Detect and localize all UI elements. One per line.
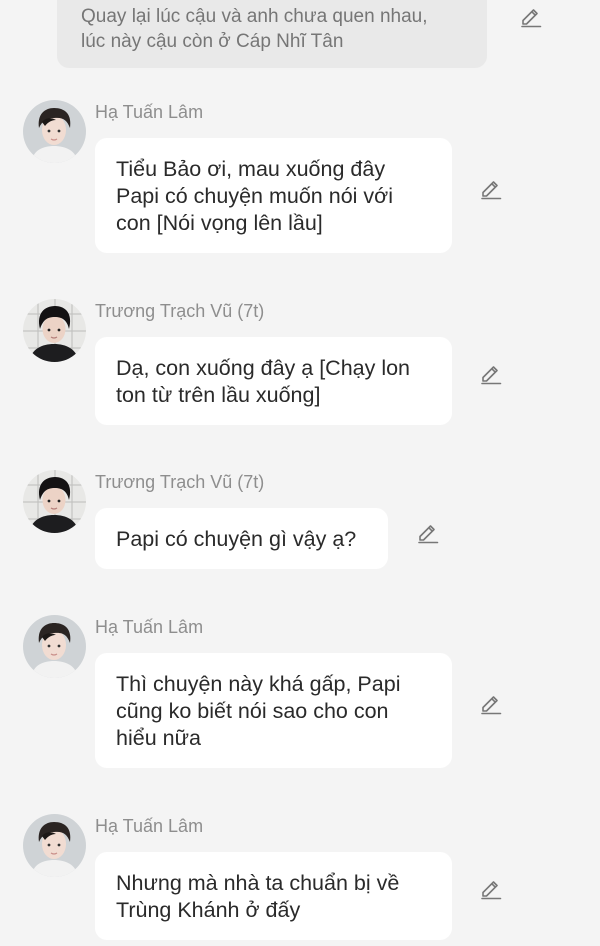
sender-name: Hạ Tuấn Lâm — [95, 617, 204, 637]
message-line: ton từ trên lầu xuống] — [116, 383, 321, 407]
message-bubble[interactable]: Nhưng mà nhà ta chuẩn bị về Trùng Khánh … — [95, 852, 452, 940]
edit-narration-icon[interactable] — [519, 4, 543, 28]
edit-message-icon[interactable] — [416, 520, 440, 544]
message-line: Dạ, con xuống đây ạ [Chạy lon — [116, 356, 411, 380]
sender-name: Trương Trạch Vũ (7t) — [95, 301, 265, 321]
avatar[interactable] — [23, 615, 86, 678]
message-line: con [Nói vọng lên lầu] — [116, 211, 323, 235]
message-bubble[interactable]: Dạ, con xuống đây ạ [Chạy lon ton từ trê… — [95, 337, 452, 425]
avatar[interactable] — [23, 299, 86, 362]
narration-line-1: Quay lại lúc cậu và anh chưa quen nhau, — [81, 6, 428, 27]
narration-bubble: Quay lại lúc cậu và anh chưa quen nhau, … — [57, 0, 487, 68]
message-line: Trùng Khánh ở đấy — [116, 898, 301, 922]
edit-message-icon[interactable] — [479, 361, 503, 385]
avatar[interactable] — [23, 814, 86, 877]
avatar[interactable] — [23, 100, 86, 163]
edit-message-icon[interactable] — [479, 876, 503, 900]
narration-line-2: lúc này cậu còn ở Cáp Nhĩ Tân — [81, 31, 344, 52]
sender-name: Trương Trạch Vũ (7t) — [95, 472, 265, 492]
message-line: cũng ko biết nói sao cho con — [116, 699, 389, 723]
message-bubble[interactable]: Thì chuyện này khá gấp, Papi cũng ko biế… — [95, 653, 452, 768]
message-line: Papi có chuyện gì vậy ạ? — [116, 527, 357, 551]
message-line: Tiểu Bảo ơi, mau xuống đây — [116, 157, 386, 181]
message-line: hiểu nữa — [116, 726, 201, 750]
edit-message-icon[interactable] — [479, 176, 503, 200]
message-line: Nhưng mà nhà ta chuẩn bị về — [116, 871, 400, 895]
message-bubble[interactable]: Papi có chuyện gì vậy ạ? — [95, 508, 388, 569]
sender-name: Hạ Tuấn Lâm — [95, 816, 204, 836]
message-bubble[interactable]: Tiểu Bảo ơi, mau xuống đây Papi có chuyệ… — [95, 138, 452, 253]
message-line: Papi có chuyện muốn nói với — [116, 184, 394, 208]
message-line: Thì chuyện này khá gấp, Papi — [116, 672, 401, 696]
sender-name: Hạ Tuấn Lâm — [95, 102, 204, 122]
edit-message-icon[interactable] — [479, 691, 503, 715]
avatar[interactable] — [23, 470, 86, 533]
